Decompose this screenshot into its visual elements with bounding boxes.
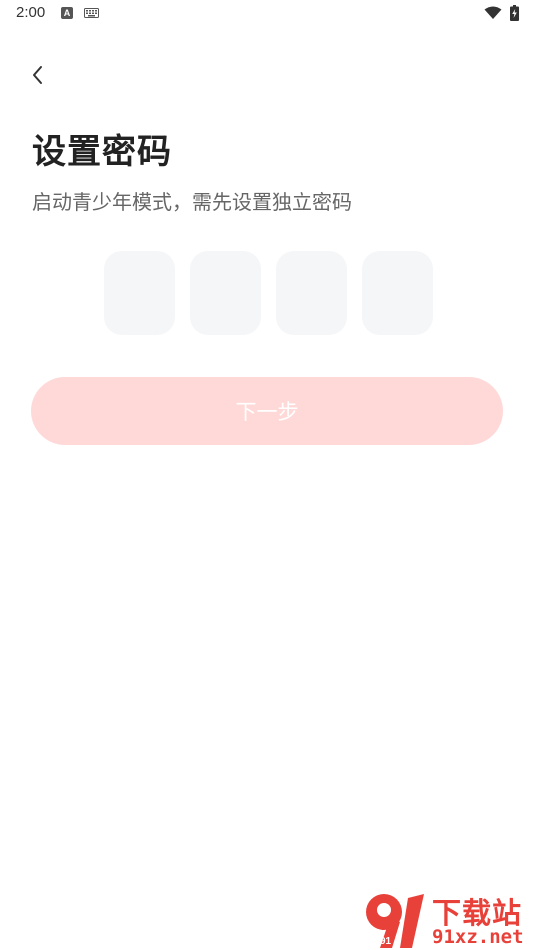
pin-box-1[interactable]	[104, 251, 175, 335]
text-notification-icon: A	[61, 7, 73, 19]
next-button-label: 下一步	[235, 400, 299, 424]
wifi-icon	[484, 6, 502, 19]
watermark: 91 下载站 91xz.net	[362, 888, 534, 950]
pin-box-4[interactable]	[362, 251, 433, 335]
pin-box-2[interactable]	[190, 251, 261, 335]
back-button[interactable]	[24, 60, 52, 90]
page-subtitle: 启动青少年模式，需先设置独立密码	[32, 190, 352, 214]
battery-charging-icon	[510, 5, 519, 21]
watermark-url: 91xz.net	[432, 926, 524, 948]
pin-input-row[interactable]	[104, 251, 433, 335]
page-title: 设置密码	[32, 132, 172, 172]
status-bar: 2:00 A	[0, 0, 534, 28]
next-button[interactable]: 下一步	[31, 377, 503, 445]
status-time: 2:00	[16, 4, 46, 21]
watermark-logo: 91	[366, 894, 424, 948]
chevron-left-icon	[33, 66, 42, 84]
watermark-logo-text: 91	[380, 936, 392, 947]
keyboard-icon	[84, 8, 99, 18]
pin-box-3[interactable]	[276, 251, 347, 335]
